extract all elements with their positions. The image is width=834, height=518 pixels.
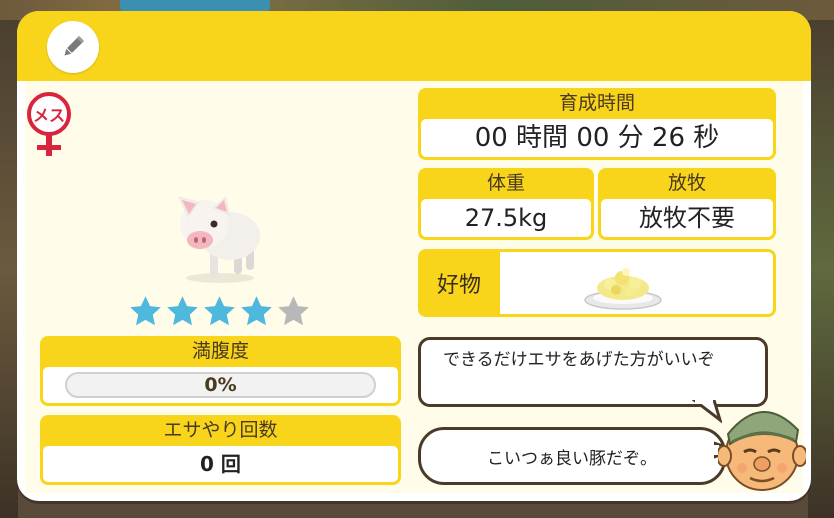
- weight-label: 体重: [486, 172, 525, 194]
- feed-count-label: エサやり回数: [163, 419, 278, 441]
- advice-text: できるだけエサをあげた方がいいぞ: [443, 350, 715, 370]
- growth-time-value: 00 時間 00 分 26 秒: [421, 119, 773, 157]
- hunger-value-box: 0%: [43, 367, 398, 403]
- gender-label: メス: [33, 106, 65, 125]
- star-filled-icon: [204, 296, 235, 326]
- favorite-food-box: [500, 252, 773, 314]
- growth-time-label: 育成時間: [558, 92, 635, 114]
- comment-speech-bubble: こいつぁ良い豚だぞ。: [418, 427, 726, 485]
- background-left: [0, 20, 18, 518]
- feed-count-value: 0 回: [43, 446, 398, 482]
- star-empty-icon: [278, 296, 309, 326]
- pencil-icon: [64, 36, 84, 56]
- card-header: [17, 11, 811, 81]
- star-filled-icon: [130, 296, 161, 326]
- feed-count-panel: エサやり回数 0 回: [40, 415, 401, 485]
- grazing-panel: 放牧 放牧不要: [598, 168, 776, 240]
- piglet-icon: [178, 196, 260, 283]
- rating-stars: [128, 294, 311, 330]
- comment-text: こいつぁ良い豚だぞ。: [487, 448, 657, 469]
- feed-plate-icon: [584, 268, 662, 310]
- growth-time-panel: 育成時間 00 時間 00 分 26 秒: [418, 88, 776, 160]
- advice-speech-bubble: できるだけエサをあげた方がいいぞ: [418, 337, 768, 407]
- hunger-panel: 満腹度 0%: [40, 336, 401, 406]
- edit-name-button[interactable]: [47, 21, 99, 73]
- background-right: [808, 20, 834, 518]
- hunger-bar: 0%: [65, 372, 376, 398]
- star-filled-icon: [167, 296, 198, 326]
- grazing-value: 放牧不要: [601, 199, 773, 237]
- star-filled-icon: [241, 296, 272, 326]
- hunger-label: 満腹度: [191, 340, 249, 362]
- favorite-food-panel: 好物: [418, 249, 776, 317]
- weight-panel: 体重 27.5kg: [418, 168, 594, 240]
- weight-value: 27.5kg: [421, 199, 591, 237]
- favorite-food-label: 好物: [436, 273, 481, 298]
- grazing-label: 放牧: [667, 172, 706, 194]
- hunger-value: 0%: [204, 374, 237, 396]
- farmer-face-icon: [718, 411, 806, 491]
- female-symbol-icon: メス: [27, 92, 71, 156]
